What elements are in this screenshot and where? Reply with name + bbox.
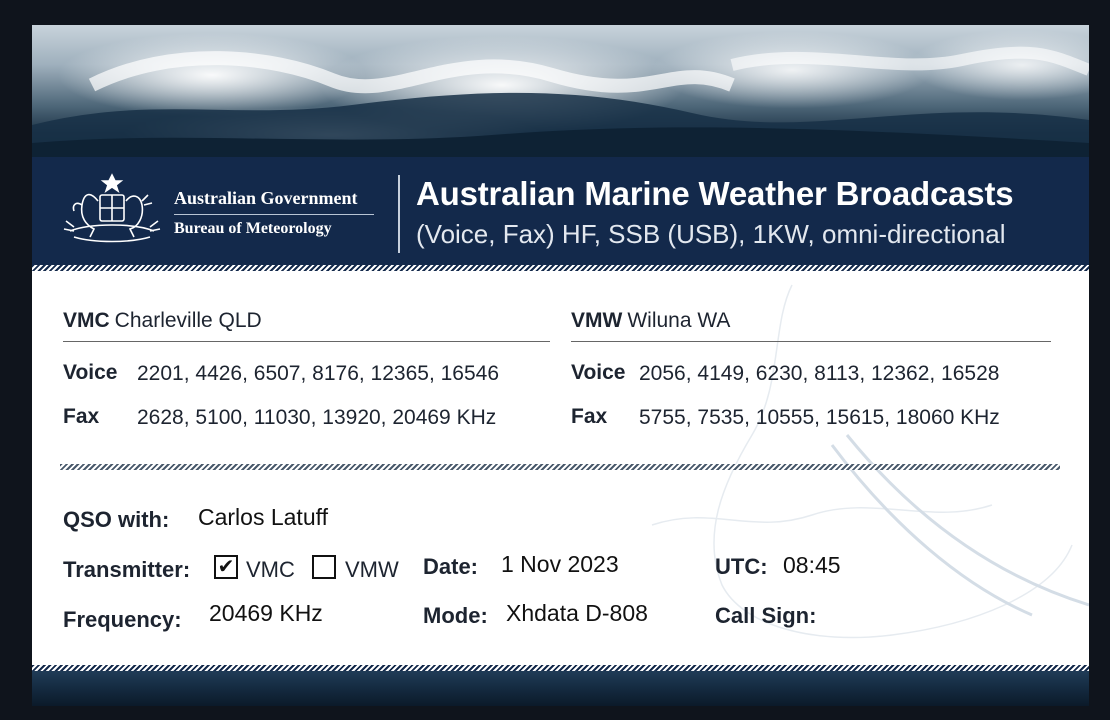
station-vmc-location: Charleville QLD	[114, 309, 262, 332]
page-subtitle: (Voice, Fax) HF, SSB (USB), 1KW, omni-di…	[416, 219, 1006, 249]
station-vmc-rule	[63, 341, 550, 342]
qso-value: Carlos Latuff	[198, 504, 328, 530]
transmitter-vmc-label: VMC	[246, 557, 295, 582]
header-divider	[398, 175, 400, 253]
header-banner: Australian Government Bureau of Meteorol…	[32, 157, 1089, 265]
org-divider	[174, 214, 374, 215]
frequency-value: 20469 KHz	[209, 600, 323, 626]
vmw-fax-label: Fax	[571, 405, 608, 428]
hatch-divider-middle	[60, 464, 1060, 470]
vmc-voice-label: Voice	[63, 361, 118, 384]
ocean-photo-bottom	[32, 671, 1089, 706]
vmc-fax-frequencies: 2628, 5100, 11030, 13920, 20469 KHz	[137, 406, 497, 429]
qso-label: QSO with:	[63, 507, 170, 532]
org-subname: Bureau of Meteorology	[174, 220, 332, 237]
vmw-voice-label: Voice	[571, 361, 626, 384]
frequency-label: Frequency:	[63, 607, 182, 632]
station-vmw-callsign: VMW	[571, 309, 623, 332]
station-vmc-header: VMC Charleville QLD	[63, 309, 262, 333]
transmitter-label: Transmitter:	[63, 557, 191, 582]
ocean-wave-photo	[32, 25, 1089, 157]
station-vmc-callsign: VMC	[63, 309, 110, 332]
page-title: Australian Marine Weather Broadcasts	[416, 175, 1014, 212]
qsl-card: Australian Government Bureau of Meteorol…	[32, 25, 1089, 706]
vmw-fax-frequencies: 5755, 7535, 10555, 15615, 18060 KHz	[639, 406, 1000, 429]
vmw-voice-frequencies: 2056, 4149, 6230, 8113, 12362, 16528	[639, 362, 1000, 385]
transmitter-vmc-checkbox[interactable]: ✔	[214, 555, 238, 579]
mode-label: Mode:	[423, 603, 488, 628]
utc-label: UTC:	[715, 554, 768, 579]
station-vmw-header: VMW Wiluna WA	[571, 309, 730, 333]
utc-value: 08:45	[783, 552, 841, 578]
station-vmw-location: Wiluna WA	[627, 309, 731, 332]
org-name: Australian Government	[174, 188, 358, 208]
organization-block: Australian Government Bureau of Meteorol…	[174, 187, 374, 239]
transmitter-vmw-label: VMW	[345, 557, 399, 582]
station-vmw-rule	[571, 341, 1051, 342]
wave-spray-shapes	[32, 46, 1089, 157]
date-label: Date:	[423, 554, 479, 579]
mode-value: Xhdata D-808	[506, 600, 648, 626]
vmc-fax-label: Fax	[63, 405, 100, 428]
date-value: 1 Nov 2023	[501, 551, 619, 577]
vmc-voice-frequencies: 2201, 4426, 6507, 8176, 12365, 16546	[137, 362, 500, 385]
coat-of-arms-icon	[63, 173, 161, 243]
transmitter-vmw-checkbox[interactable]	[312, 555, 336, 579]
callsign-label: Call Sign:	[715, 603, 817, 628]
